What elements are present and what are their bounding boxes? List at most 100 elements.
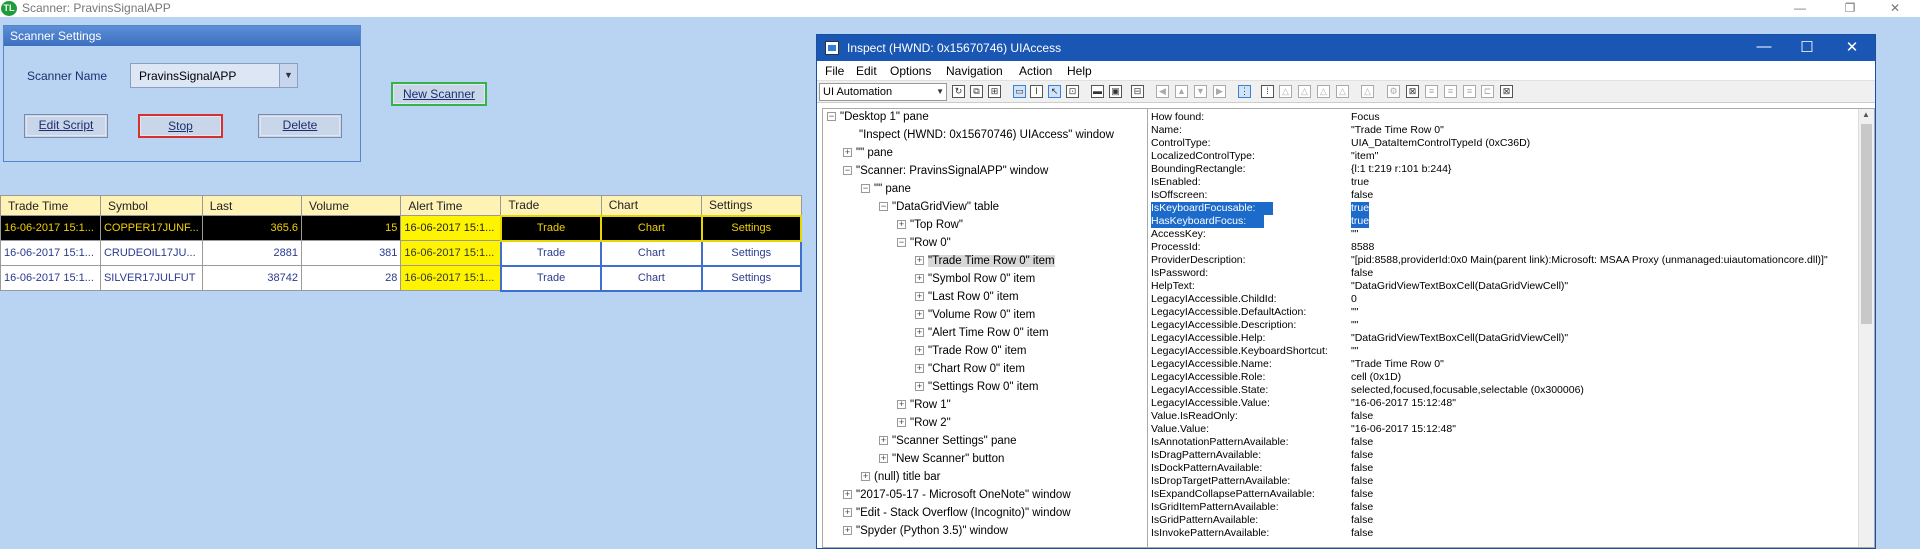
caret-icon[interactable]: ▬ [1091, 85, 1104, 98]
expand-icon[interactable]: + [843, 490, 852, 500]
refresh-icon[interactable]: ↻ [952, 85, 965, 98]
scroll-up-icon[interactable]: ▲ [1862, 110, 1870, 119]
trade-button[interactable]: Trade [499, 214, 603, 242]
collapse-icon[interactable]: ≡ [1463, 85, 1476, 98]
tree-node[interactable]: + "Top Row" [897, 219, 963, 231]
menu-help[interactable]: Help [1067, 64, 1092, 78]
tree-node[interactable]: − "Desktop 1" pane [827, 111, 929, 123]
menu-file[interactable]: File [825, 64, 844, 78]
settings-button[interactable]: Settings [700, 264, 802, 292]
scroll-thumb[interactable] [1861, 124, 1872, 324]
collapse-icon[interactable]: − [843, 166, 852, 176]
tree-node[interactable]: + "Last Row 0" item [915, 291, 1019, 303]
expand-icon[interactable]: ≡ [1444, 85, 1457, 98]
expand-icon[interactable]: + [897, 400, 906, 410]
tree-node[interactable]: + "Chart Row 0" item [915, 363, 1025, 375]
nav-forward-icon[interactable]: ▶ [1213, 85, 1226, 98]
nav-up-icon[interactable]: ▲ [1175, 85, 1188, 98]
collapse-icon[interactable]: − [879, 202, 888, 212]
tree-node[interactable]: − "Row 0" [897, 237, 951, 249]
expand-icon[interactable]: + [915, 310, 924, 320]
tree-node[interactable]: + "Symbol Row 0" item [915, 273, 1035, 285]
maximize-icon[interactable]: ☐ [1787, 38, 1827, 56]
cell-trade-time[interactable]: 16-06-2017 15:1... [0, 215, 101, 241]
last-child-icon[interactable]: △ [1336, 85, 1349, 98]
highlight-rect-icon[interactable]: ▭ [1013, 85, 1026, 98]
expand-icon[interactable]: + [843, 526, 852, 536]
expand-icon[interactable]: + [915, 292, 924, 302]
menu-options[interactable]: Options [890, 64, 931, 78]
cell-alert-time[interactable]: 16-06-2017 15:1... [400, 265, 502, 291]
cell-alert-time[interactable]: 16-06-2017 15:1... [400, 215, 502, 241]
options-icon[interactable]: ⊏ [1481, 85, 1494, 98]
focus-icon[interactable]: ⊡ [1066, 85, 1079, 98]
tree-node[interactable]: + "Row 1" [897, 399, 951, 411]
cell-volume[interactable]: 15 [300, 215, 402, 241]
expand-icon[interactable]: + [861, 472, 870, 482]
cell-symbol[interactable]: COPPER17JUNF... [99, 215, 203, 241]
settings-icon[interactable]: ⚙ [1387, 85, 1400, 98]
cell-trade-time[interactable]: 16-06-2017 15:1... [0, 265, 101, 291]
tree-node[interactable]: + "Scanner Settings" pane [879, 435, 1017, 447]
expand-icon[interactable]: + [915, 274, 924, 284]
tree-node[interactable]: − "" pane [861, 183, 911, 195]
minimize-icon[interactable]: — [1744, 38, 1784, 55]
tree-node[interactable]: + "Spyder (Python 3.5)" window [843, 525, 1008, 537]
expand-icon[interactable]: + [915, 346, 924, 356]
cell-last[interactable]: 365.6 [201, 215, 303, 241]
expand-icon[interactable]: + [915, 382, 924, 392]
cell-symbol[interactable]: SILVER17JULFUT [99, 265, 203, 291]
tree-node[interactable]: + (null) title bar [861, 471, 940, 483]
stop-button[interactable]: Stop [138, 114, 223, 138]
expand-icon[interactable]: + [915, 256, 924, 266]
collapse-icon[interactable]: − [827, 112, 836, 122]
chart-button[interactable]: Chart [600, 264, 703, 292]
table-row[interactable]: 16-06-2017 15:1... COPPER17JUNF... 365.6… [0, 214, 802, 242]
list-icon[interactable]: ≡ [1425, 85, 1438, 98]
collapse-icon[interactable]: − [861, 184, 870, 194]
col-trade[interactable]: Trade [500, 195, 602, 216]
tree-node[interactable]: + "" pane [843, 147, 893, 159]
cell-symbol[interactable]: CRUDEOIL17JU... [99, 240, 203, 266]
text-cursor-icon[interactable]: I [1030, 85, 1043, 98]
tree-node-selected[interactable]: + "Trade Time Row 0" item [915, 255, 1055, 267]
nav-down-icon[interactable]: ▼ [1194, 85, 1207, 98]
prev-sibling-icon[interactable]: △ [1317, 85, 1330, 98]
expand-icon[interactable]: + [843, 508, 852, 518]
expand-icon[interactable]: + [915, 364, 924, 374]
inspect-title-bar[interactable]: Inspect (HWND: 0x15670746) UIAccess — ☐ … [817, 35, 1875, 61]
trade-button[interactable]: Trade [499, 239, 603, 267]
tree-node[interactable]: + "Trade Row 0" item [915, 345, 1027, 357]
col-volume[interactable]: Volume [300, 195, 402, 216]
watch-icon[interactable]: ⊟ [1131, 85, 1144, 98]
cell-volume[interactable]: 381 [300, 240, 402, 266]
expand-icon[interactable]: + [843, 148, 852, 158]
settings-button[interactable]: Settings [700, 214, 802, 242]
col-last[interactable]: Last [201, 195, 303, 216]
collapse-icon[interactable]: − [897, 238, 906, 248]
tree-node[interactable]: + "2017-05-17 - Microsoft OneNote" window [843, 489, 1071, 501]
tree-node[interactable]: + "Settings Row 0" item [915, 381, 1038, 393]
chart-button[interactable]: Chart [600, 214, 703, 242]
copy-icon[interactable]: ⧉ [970, 85, 983, 98]
close-icon[interactable]: ✕ [1875, 0, 1915, 17]
clear-icon[interactable]: ⊠ [1500, 85, 1513, 98]
chart-button[interactable]: Chart [600, 239, 703, 267]
next-sibling-icon[interactable]: △ [1298, 85, 1311, 98]
new-scanner-button[interactable]: New Scanner [391, 82, 487, 106]
mode-select[interactable]: UI Automation ▼ [819, 83, 947, 101]
tree-node[interactable]: + "Volume Row 0" item [915, 309, 1035, 321]
first-child-icon[interactable]: △ [1279, 85, 1292, 98]
col-trade-time[interactable]: Trade Time [0, 195, 101, 216]
expand-icon[interactable]: + [879, 436, 888, 446]
tree-copy-icon[interactable]: ⊞ [988, 85, 1001, 98]
col-alert-time[interactable]: Alert Time [400, 195, 502, 216]
trade-button[interactable]: Trade [499, 264, 603, 292]
tree-node[interactable]: + "Edit - Stack Overflow (Incognito)" win… [843, 507, 1071, 519]
tree-node[interactable]: "Inspect (HWND: 0x15670746) UIAccess" wi… [859, 129, 1114, 141]
tree-node[interactable]: + "Alert Time Row 0" item [915, 327, 1049, 339]
cell-alert-time[interactable]: 16-06-2017 15:1... [400, 240, 502, 266]
parent-icon[interactable]: ⁞ [1261, 85, 1274, 98]
menu-navigation[interactable]: Navigation [946, 64, 1003, 78]
close-icon[interactable]: ✕ [1832, 38, 1872, 56]
